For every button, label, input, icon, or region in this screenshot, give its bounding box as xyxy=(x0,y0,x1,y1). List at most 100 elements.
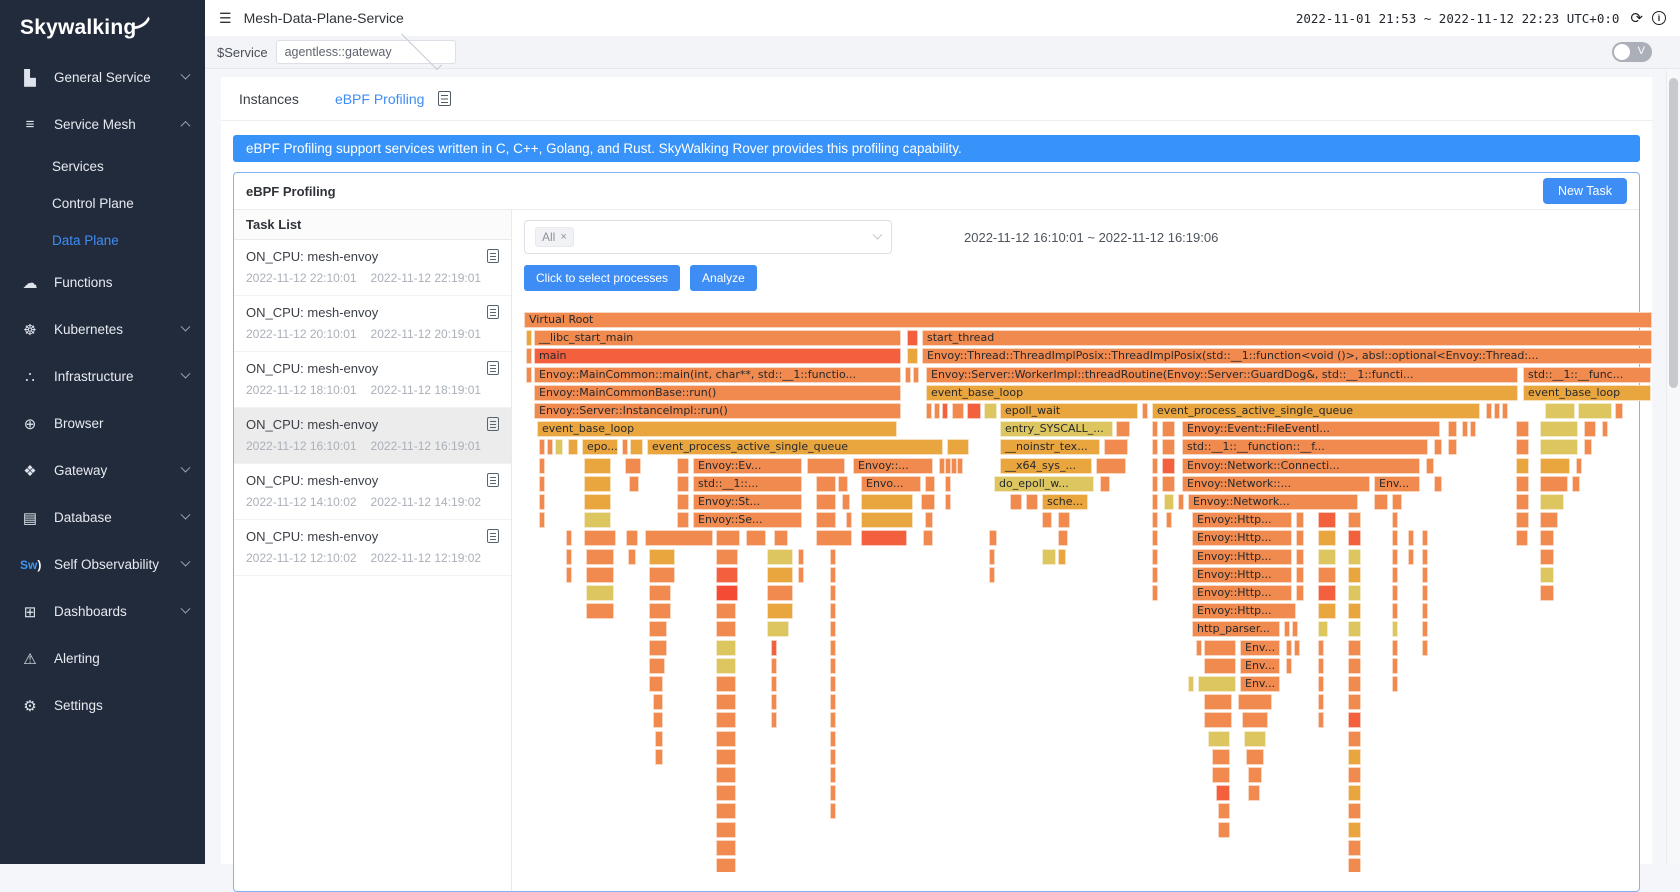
flame-bar[interactable] xyxy=(830,585,836,601)
flame-bar[interactable] xyxy=(1545,403,1575,419)
flame-bar[interactable] xyxy=(1162,458,1175,474)
task-item[interactable]: ON_CPU: mesh-envoy2022-11-12 12:10:02202… xyxy=(234,520,511,576)
flame-bar[interactable] xyxy=(830,803,836,819)
flame-bar[interactable] xyxy=(1216,785,1230,801)
flame-bar[interactable] xyxy=(566,549,572,565)
flame-bar[interactable] xyxy=(830,749,836,765)
flame-bar[interactable] xyxy=(921,494,935,510)
flame-bar[interactable]: Envoy::MainCommon::main(int, char**, std… xyxy=(534,367,901,383)
flame-bar[interactable] xyxy=(1318,567,1336,583)
flame-bar[interactable]: Env... xyxy=(1240,658,1280,674)
task-item[interactable]: ON_CPU: mesh-envoy2022-11-12 18:10:01202… xyxy=(234,352,511,408)
flame-bar[interactable] xyxy=(586,603,614,619)
flame-bar[interactable] xyxy=(1392,549,1398,565)
flame-bar[interactable]: Envoy::Server::InstanceImpl::run() xyxy=(534,403,901,419)
flame-bar[interactable] xyxy=(1318,712,1324,728)
flame-bar[interactable]: Envo... xyxy=(861,476,921,492)
flame-bar[interactable] xyxy=(716,585,738,601)
task-log-icon[interactable] xyxy=(487,417,499,431)
scrollbar-thumb[interactable] xyxy=(1669,78,1678,388)
flame-bar[interactable] xyxy=(1516,458,1529,474)
flame-bar[interactable] xyxy=(1218,803,1230,819)
flame-bar[interactable] xyxy=(1246,749,1264,765)
flame-bar[interactable] xyxy=(1242,712,1268,728)
flame-bar[interactable] xyxy=(1152,530,1158,546)
flame-bar[interactable] xyxy=(716,785,736,801)
flame-bar[interactable]: http_parser... xyxy=(1192,621,1280,637)
flame-bar[interactable] xyxy=(1434,439,1442,455)
flame-bar[interactable] xyxy=(716,621,736,637)
flame-bar[interactable] xyxy=(716,549,738,565)
flame-bar[interactable] xyxy=(1615,403,1623,419)
flame-bar[interactable] xyxy=(771,658,777,674)
task-log-icon[interactable] xyxy=(487,529,499,543)
flame-bar[interactable] xyxy=(649,676,663,692)
flame-bar[interactable] xyxy=(1422,549,1428,565)
flame-bar[interactable] xyxy=(716,640,736,656)
flame-bar[interactable] xyxy=(816,512,836,528)
tab-instances[interactable]: Instances xyxy=(239,91,299,107)
flame-bar[interactable] xyxy=(1152,476,1158,492)
flame-bar[interactable] xyxy=(816,476,836,492)
flame-bar[interactable] xyxy=(622,439,628,455)
flame-bar[interactable] xyxy=(830,567,836,583)
flame-bar[interactable]: Envoy::Http... xyxy=(1192,530,1292,546)
flame-bar[interactable] xyxy=(625,458,641,474)
flame-bar[interactable] xyxy=(1188,676,1194,692)
flame-bar[interactable] xyxy=(1198,676,1236,692)
flame-bar[interactable] xyxy=(1208,731,1230,747)
flame-bar[interactable] xyxy=(925,512,933,528)
flame-bar[interactable] xyxy=(1196,640,1202,656)
flame-bar[interactable] xyxy=(1100,476,1110,492)
flame-bar[interactable] xyxy=(1348,549,1361,565)
flame-bar[interactable] xyxy=(566,567,572,583)
flame-bar[interactable]: Env... xyxy=(1240,640,1280,656)
flame-bar[interactable]: Envoy::Http... xyxy=(1192,512,1292,528)
sidebar-item-data-plane[interactable]: Data Plane xyxy=(0,222,205,259)
flame-bar[interactable]: Envoy::Http... xyxy=(1192,567,1292,583)
flame-bar[interactable]: Envoy::Http... xyxy=(1192,603,1296,619)
flame-bar[interactable] xyxy=(945,494,951,510)
flame-bar[interactable] xyxy=(526,367,532,383)
flame-bar[interactable] xyxy=(1348,621,1361,637)
flame-bar[interactable] xyxy=(1422,603,1428,619)
flame-bar[interactable] xyxy=(1348,676,1361,692)
flame-bar[interactable] xyxy=(1286,658,1292,674)
new-task-button[interactable]: New Task xyxy=(1543,178,1627,204)
flame-bar[interactable] xyxy=(628,549,636,565)
flame-bar[interactable] xyxy=(923,530,933,546)
flame-bar[interactable]: Envoy::Se... xyxy=(693,512,802,528)
flame-bar[interactable] xyxy=(1584,421,1596,437)
flame-bar[interactable] xyxy=(649,658,665,674)
task-item[interactable]: ON_CPU: mesh-envoy2022-11-12 16:10:01202… xyxy=(234,408,511,464)
flame-bar[interactable] xyxy=(677,512,689,528)
flame-bar[interactable] xyxy=(846,512,852,528)
flame-bar[interactable] xyxy=(830,658,836,674)
task-log-icon[interactable] xyxy=(487,249,499,263)
flame-bar[interactable] xyxy=(1392,512,1398,528)
flame-bar[interactable] xyxy=(1042,549,1056,565)
flame-bar[interactable] xyxy=(830,694,836,710)
flame-bar[interactable] xyxy=(1152,421,1158,437)
flame-bar[interactable] xyxy=(649,567,675,583)
flame-bar[interactable] xyxy=(1516,512,1529,528)
sidebar-item-browser[interactable]: ⊕Browser xyxy=(0,400,205,447)
flame-bar[interactable] xyxy=(547,439,553,455)
flame-bar[interactable] xyxy=(1026,494,1038,510)
flame-bar[interactable] xyxy=(1348,767,1361,783)
flame-bar[interactable] xyxy=(1244,731,1266,747)
flame-bar[interactable] xyxy=(1540,421,1578,437)
flame-bar[interactable] xyxy=(1540,458,1570,474)
remove-tag-icon[interactable]: × xyxy=(560,231,566,243)
flame-bar[interactable] xyxy=(539,439,545,455)
flame-bar[interactable] xyxy=(984,403,997,419)
flame-bar[interactable]: do_epoll_w... xyxy=(994,476,1094,492)
tab-ebpf-profiling[interactable]: eBPF Profiling xyxy=(335,91,424,107)
flame-bar[interactable] xyxy=(539,476,545,492)
flame-bar[interactable] xyxy=(1212,749,1230,765)
flame-bar[interactable] xyxy=(830,549,836,565)
flame-bar[interactable] xyxy=(1422,621,1428,637)
flame-bar[interactable] xyxy=(716,731,736,747)
sidebar-item-functions[interactable]: ☁Functions xyxy=(0,259,205,306)
flame-bar[interactable] xyxy=(746,530,766,546)
